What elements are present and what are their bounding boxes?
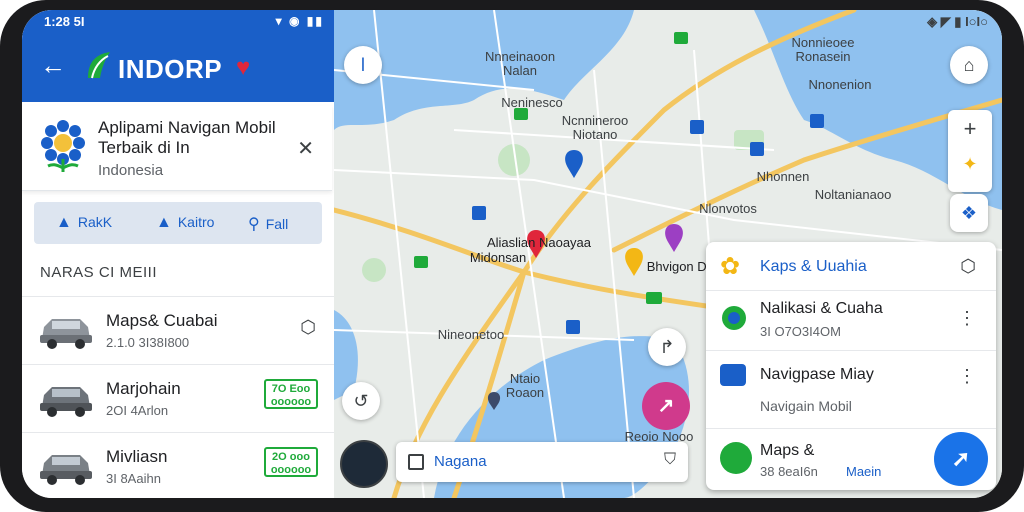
close-icon[interactable]: ✕: [297, 136, 314, 161]
sheet-item-sub: 38 8eaI6n: [760, 464, 818, 479]
phone-frame: 1:28 5I ▾ ◉ ▮▮ ← INDORP ♥ Aplipami Navig…: [0, 0, 1024, 512]
recenter-icon: ↺: [353, 391, 369, 411]
zoom-controls: + ✦: [948, 110, 992, 192]
info-subtitle: Indonesia: [98, 162, 164, 179]
list-item-sub: 3I 8Aaihn: [106, 471, 161, 486]
map-label: Nlonvotos: [699, 201, 757, 216]
map-label: Aliaslian Naoayaa: [486, 235, 592, 250]
street-view-button[interactable]: [340, 440, 388, 488]
chart-icon: ▲: [56, 214, 72, 231]
hand-icon: ▲: [156, 214, 172, 231]
map-label: Noltanianaoo: [814, 187, 892, 202]
app-bar: ← INDORP ♥: [22, 34, 334, 102]
action-label: Fall: [265, 216, 289, 232]
maps-pin-icon: [720, 442, 752, 474]
map-label: Ncnnineroo Niotano: [561, 113, 629, 142]
map-label: Midonsan: [469, 250, 527, 265]
more-icon[interactable]: ⋮: [958, 366, 976, 387]
route-icon[interactable]: ⬡: [960, 256, 976, 277]
app-brand: INDORP: [118, 54, 223, 84]
back-arrow-icon[interactable]: ←: [40, 52, 66, 78]
status-bar-right: ◈ ◤ ▮ I○I○: [927, 14, 988, 29]
start-navigation-button[interactable]: ➚: [934, 432, 988, 486]
list-item-name: Mivliasn: [106, 447, 168, 466]
map-view[interactable]: ◈ ◤ ▮ I○I○ Nonnieoee Ronasein Nnneinaoon…: [334, 10, 1002, 498]
action-rakk-button[interactable]: ▲ RakK: [56, 214, 112, 232]
action-kaitro-button[interactable]: ▲ Kaitro: [156, 214, 214, 232]
map-label: Nnonenion: [808, 77, 872, 92]
action-fall-button[interactable]: ⚲ Fall: [248, 214, 288, 234]
section-title: NARAS CI MEIII: [40, 264, 158, 281]
search-icon: ⚲: [248, 216, 260, 233]
sheet-item[interactable]: ✿ Kaps & Uuahia ⬡: [706, 242, 996, 291]
list-item[interactable]: Maps& Cuabai 2.1.0 3I38I800 ⬡: [22, 296, 334, 363]
nav-app-icon: [720, 364, 746, 386]
flower-icon: [722, 306, 746, 330]
map-label: Ntaio Roaon: [505, 371, 545, 400]
map-label: Neninesco: [501, 95, 563, 110]
map-label: Nnneinaoon Nalan: [484, 49, 556, 78]
info-title: Aplipami Navigan Mobil Terbaik di In: [98, 118, 276, 157]
flower-icon: [41, 120, 85, 172]
map-label: Nineonetoo: [437, 327, 505, 342]
layers-icon[interactable]: ✦: [948, 154, 992, 175]
list-item-sub: 2.1.0 3I38I800: [106, 335, 190, 350]
car-icon: [40, 387, 92, 417]
sheet-item[interactable]: Navigpase Miay Navigain Mobil ⋮: [706, 350, 996, 429]
sheet-item-title: Kaps & Uuahia: [760, 258, 867, 275]
action-label: RakK: [77, 214, 113, 230]
sheet-item-extra[interactable]: Maein: [846, 464, 881, 479]
screen: 1:28 5I ▾ ◉ ▮▮ ← INDORP ♥ Aplipami Navig…: [22, 10, 1002, 498]
car-icon: [40, 319, 92, 349]
list-item-sub: 2OI 4Arlon: [106, 403, 169, 418]
map-label: Nhonnen: [756, 169, 810, 184]
car-icon: [40, 455, 92, 485]
list-item-name: Marjohain: [106, 379, 181, 398]
square-icon: [408, 454, 424, 470]
heart-icon: ♥: [236, 54, 251, 81]
rating-badge: 2O ooo oooooo: [264, 447, 318, 477]
puzzle-icon: ✿: [720, 253, 741, 280]
navigate-fab[interactable]: ↗: [642, 382, 690, 430]
navigate-icon: ↗: [657, 395, 675, 417]
sheet-item-title: Maps &: [760, 442, 815, 459]
compass-button[interactable]: ⌂: [950, 46, 988, 84]
more-icon[interactable]: ⋮: [958, 308, 976, 329]
status-time: 1:28 5I: [44, 14, 85, 29]
list-item-name: Maps& Cuabai: [106, 311, 218, 330]
location-icon: ❖: [960, 203, 978, 223]
sheet-item-sub: 3I O7O3I4OM: [760, 324, 841, 339]
map-label: Nonnieoee Ronasein: [791, 35, 855, 64]
list-item[interactable]: Marjohain 2OI 4Arlon 7O Eoo oooooo: [22, 364, 334, 431]
recenter-button[interactable]: ↺: [342, 382, 380, 420]
results-sheet: ✿ Kaps & Uuahia ⬡ Nalikasi & Cuaha 3I O7…: [706, 242, 996, 490]
compass-icon: ⌂: [963, 55, 975, 75]
route-icon[interactable]: ⬡: [300, 317, 316, 338]
zoom-in-button[interactable]: +: [948, 116, 992, 142]
location-button[interactable]: ❖: [950, 194, 988, 232]
list-item[interactable]: Mivliasn 3I 8Aaihn 2O ooo oooooo: [22, 432, 334, 498]
left-panel: 1:28 5I ▾ ◉ ▮▮ ← INDORP ♥ Aplipami Navig…: [22, 10, 335, 498]
info-card: Aplipami Navigan Mobil Terbaik di In Ind…: [22, 106, 332, 191]
search-input[interactable]: Nagana: [434, 453, 487, 470]
status-bar-left: 1:28 5I ▾ ◉ ▮▮: [22, 10, 334, 34]
sheet-item-title: Navigpase Miay: [760, 366, 874, 383]
sheet-item-sub: Navigain Mobil: [760, 398, 852, 414]
sheet-item-title: Nalikasi & Cuaha: [760, 300, 883, 317]
action-bar: ▲ RakK ▲ Kaitro ⚲ Fall: [34, 202, 322, 244]
direction-icon: ↱: [659, 337, 675, 357]
direction-button[interactable]: ↱: [648, 328, 686, 366]
sheet-item[interactable]: Maps & 38 8eaI6n Maein ➚: [706, 428, 996, 490]
rating-badge: 7O Eoo oooooo: [264, 379, 318, 409]
info-icon: ǀ: [360, 55, 366, 75]
shield-icon[interactable]: ⛉: [664, 451, 676, 469]
sheet-item[interactable]: Nalikasi & Cuaha 3I O7O3I4OM ⋮: [706, 290, 996, 351]
indorp-logo-icon: [88, 52, 110, 79]
info-button[interactable]: ǀ: [344, 46, 382, 84]
action-label: Kaitro: [177, 214, 215, 230]
status-icons: ▾ ◉ ▮▮: [275, 14, 324, 28]
search-bar[interactable]: Nagana ⛉: [396, 442, 688, 482]
